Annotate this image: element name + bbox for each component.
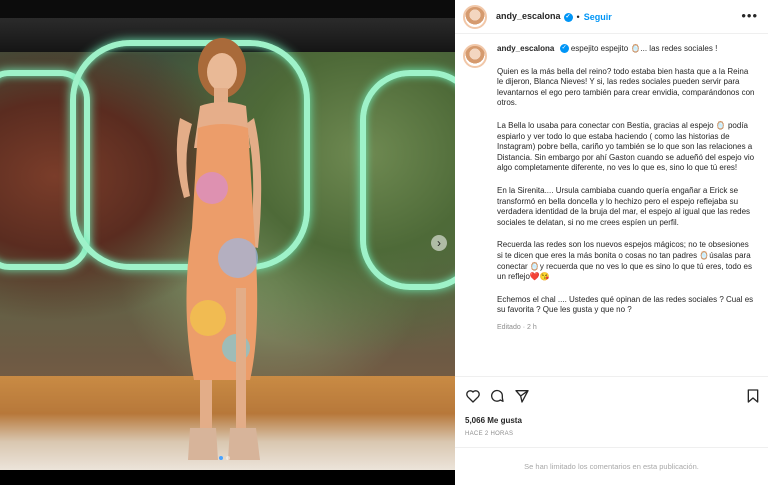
follow-button[interactable]: Seguir xyxy=(584,12,612,22)
edited-text: Editado xyxy=(497,323,521,331)
carousel-dot-1 xyxy=(219,456,223,460)
caption-avatar[interactable] xyxy=(463,44,487,68)
edited-separator: · xyxy=(522,323,526,331)
caption-username[interactable]: andy_escalona xyxy=(497,44,554,53)
heart-icon[interactable] xyxy=(465,388,481,404)
carousel-dots xyxy=(219,456,230,460)
avatar[interactable] xyxy=(463,4,487,29)
post-side-panel: andy_escalona ✓ • Seguir ••• andy_escalon… xyxy=(455,0,768,485)
edited-label: Editado · 2 h xyxy=(497,323,756,334)
neon-sign-right xyxy=(360,70,455,290)
header-username[interactable]: andy_escalona ✓ xyxy=(496,11,573,22)
header-username-text[interactable]: andy_escalona xyxy=(496,11,561,21)
caption-paragraph-1: Quien es la más bella del reino? todo es… xyxy=(497,66,755,108)
comment-icon[interactable] xyxy=(489,388,505,404)
post-time-ago: HACE 2 HORAS xyxy=(465,431,514,437)
bookmark-icon[interactable] xyxy=(745,388,761,404)
likes-count[interactable]: 5,066 Me gusta xyxy=(465,416,522,425)
comments-limited-notice: Se han limitado los comentarios en esta … xyxy=(455,447,768,485)
caption-paragraph-3: En la Sirenita.... Ursula cambiaba cuand… xyxy=(497,185,751,227)
caption-first-line: andy_escalona ✓ espejito espejito 🪞... l… xyxy=(497,44,756,55)
caption-area: andy_escalona ✓ espejito espejito 🪞... l… xyxy=(455,35,768,377)
edited-time: 2 h xyxy=(527,323,537,331)
post-header: andy_escalona ✓ • Seguir ••• xyxy=(455,0,768,34)
verified-icon: ✓ xyxy=(563,12,573,22)
next-arrow-icon[interactable]: › xyxy=(431,235,447,251)
action-bar xyxy=(463,388,763,406)
share-icon[interactable] xyxy=(514,388,530,404)
caption-paragraph-4: Recuerda las redes son los nuevos espejo… xyxy=(497,240,753,282)
more-icon[interactable]: ••• xyxy=(741,8,758,23)
carousel-dot-2 xyxy=(226,456,230,460)
caption-body: andy_escalona ✓ espejito espejito 🪞... l… xyxy=(497,44,756,333)
header-separator: • xyxy=(576,11,580,22)
caption-paragraph-5: Echemos el chal .... Ustedes qué opinan … xyxy=(497,294,754,315)
verified-icon: ✓ xyxy=(559,44,569,54)
post-photo[interactable]: › xyxy=(0,0,455,485)
caption-paragraph-2: La Bella lo usaba para conectar con Best… xyxy=(497,120,755,173)
woman-figure xyxy=(176,38,262,460)
caption-row: andy_escalona ✓ espejito espejito 🪞... l… xyxy=(463,44,756,333)
photo-bottom-bar xyxy=(0,470,455,485)
caption-title: espejito espejito 🪞... las redes sociale… xyxy=(570,44,718,53)
